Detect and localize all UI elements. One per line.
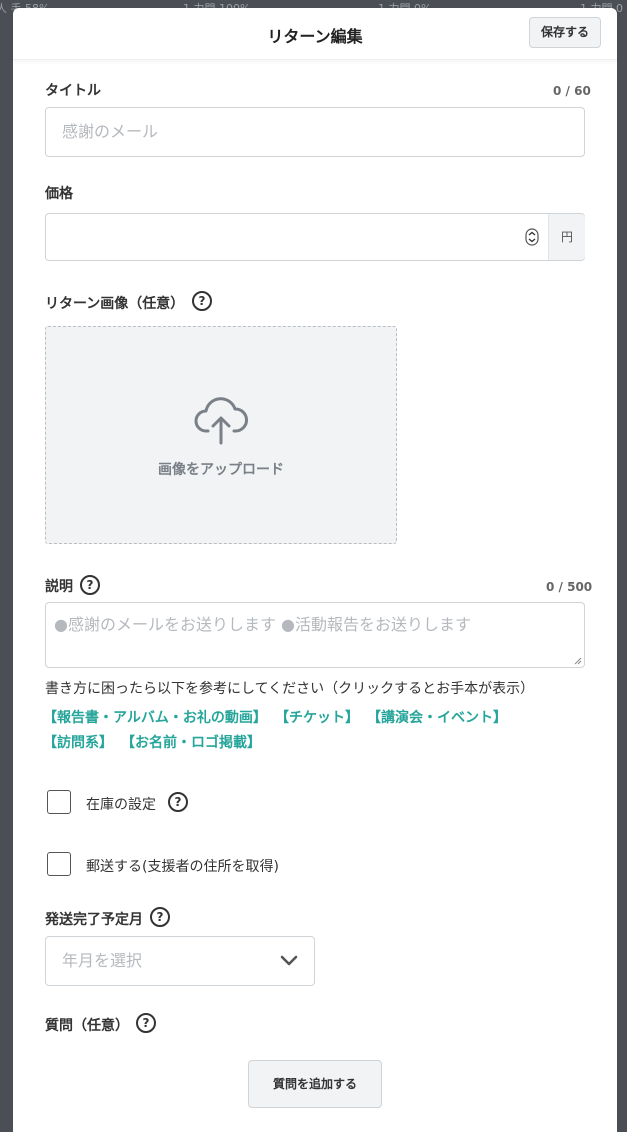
shipping-label: 郵送する(支援者の住所を取得) (86, 859, 279, 875)
delivery-month-select[interactable]: 年月を選択 (45, 936, 315, 986)
example-link-event[interactable]: 【講演会・イベント】 (367, 707, 507, 727)
description-label: 説明 (45, 579, 73, 595)
add-question-button[interactable]: 質問を追加する (248, 1060, 382, 1108)
image-label: リターン画像（任意） (45, 296, 185, 312)
delivery-month-help-icon[interactable]: ? (150, 907, 170, 927)
modal-title: リターン編集 (267, 27, 363, 46)
stock-label: 在庫の設定 (86, 797, 156, 813)
questions-help-icon[interactable]: ? (136, 1013, 156, 1033)
example-link-name-logo[interactable]: 【お名前・ロゴ掲載】 (121, 732, 261, 752)
example-link-report[interactable]: 【報告書・アルバム・お礼の動画】 (43, 707, 267, 727)
image-help-icon[interactable]: ? (192, 291, 212, 311)
title-label: タイトル (45, 83, 101, 99)
cloud-upload-icon (194, 397, 248, 445)
price-unit: 円 (548, 214, 585, 260)
save-button[interactable]: 保存する (529, 17, 601, 48)
description-textarea[interactable]: ●感謝のメールをお送りします ●活動報告をお送りします (45, 602, 585, 668)
title-counter: 0 / 60 (553, 84, 591, 98)
return-edit-modal: リターン編集 保存する タイトル 0 / 60 感謝のメール 価格 円 リターン… (13, 8, 617, 1132)
example-link-visit[interactable]: 【訪問系】 (43, 732, 113, 752)
number-spinner-icon[interactable] (525, 228, 539, 246)
modal-header: リターン編集 保存する (13, 8, 617, 60)
description-help-icon[interactable]: ? (80, 575, 100, 595)
resize-handle-icon[interactable] (574, 657, 582, 665)
upload-label: 画像をアップロード (158, 462, 284, 478)
delivery-month-label: 発送完了予定月 (45, 912, 143, 928)
description-counter: 0 / 500 (546, 580, 593, 594)
shipping-checkbox[interactable] (47, 852, 71, 876)
description-hint: 書き方に困ったら以下を参考にしてください（クリックするとお手本が表示） (45, 681, 535, 697)
chevron-down-icon (280, 955, 298, 966)
title-placeholder: 感謝のメール (62, 122, 159, 141)
title-input[interactable]: 感謝のメール (45, 107, 585, 157)
price-label: 価格 (45, 186, 73, 202)
image-upload-area[interactable]: 画像をアップロード (45, 326, 397, 544)
questions-label: 質問（任意） (45, 1018, 129, 1034)
description-placeholder: ●感謝のメールをお送りします ●活動報告をお送りします (54, 615, 472, 634)
stock-help-icon[interactable]: ? (168, 792, 188, 812)
delivery-month-placeholder: 年月を選択 (62, 951, 143, 970)
price-input[interactable]: 円 (45, 213, 585, 261)
stock-checkbox[interactable] (47, 790, 71, 814)
example-link-ticket[interactable]: 【チケット】 (275, 707, 359, 727)
